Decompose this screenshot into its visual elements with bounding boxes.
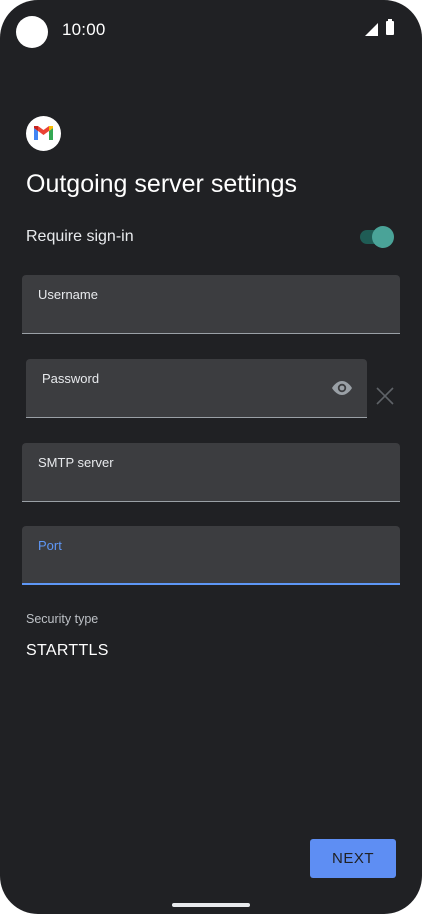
status-time: 10:00 [62,20,106,39]
port-field[interactable]: Port [22,526,400,585]
next-button[interactable]: NEXT [310,839,396,878]
smtp-server-field[interactable]: SMTP server [22,443,400,502]
password-field[interactable]: Password [26,359,367,418]
camera-cutout [16,16,48,48]
status-bar: 10:00 [0,0,422,60]
username-label: Username [38,287,98,302]
caret-down-icon [374,642,384,647]
phone-screen: 10:00 Outgoing server settings Require s… [0,0,422,914]
eye-icon[interactable] [329,377,355,399]
home-indicator[interactable] [172,903,250,907]
require-sign-in-toggle[interactable] [358,226,394,248]
gmail-logo-icon [26,116,61,151]
security-type-value: STARTTLS [26,642,109,659]
username-field[interactable]: Username [22,275,400,334]
close-icon[interactable] [374,385,396,407]
smtp-server-label: SMTP server [38,455,114,470]
toggle-thumb [372,226,394,248]
require-sign-in-row: Require sign-in [26,226,394,250]
signal-icon [365,23,378,36]
security-type-label: Security type [26,612,99,626]
port-label: Port [38,538,62,553]
battery-icon [386,19,394,35]
password-label: Password [42,371,100,386]
require-sign-in-label: Require sign-in [26,228,134,245]
page-title: Outgoing server settings [26,170,297,198]
